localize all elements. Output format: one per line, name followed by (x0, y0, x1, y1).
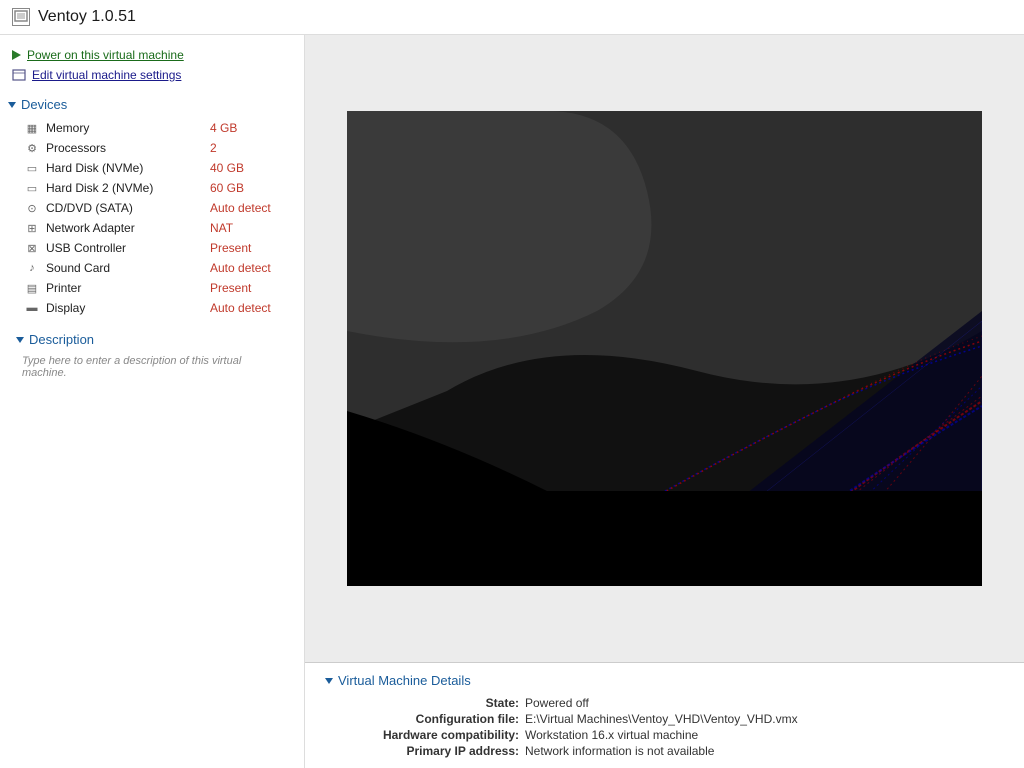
list-item[interactable]: Memory 4 GB (0, 118, 304, 138)
power-on-action[interactable]: Power on this virtual machine (0, 45, 304, 65)
vm-details-title: Virtual Machine Details (338, 673, 471, 688)
ip-label: Primary IP address: (345, 744, 525, 758)
device-name-disk2: Hard Disk 2 (NVMe) (46, 181, 210, 195)
title-bar: Ventoy 1.0.51 (0, 0, 1024, 35)
device-list: Memory 4 GB Processors 2 Hard Disk (NVMe… (0, 116, 304, 320)
device-value-processors: 2 (210, 141, 290, 155)
device-value-disk1: 40 GB (210, 161, 290, 175)
device-value-sound: Auto detect (210, 261, 290, 275)
disk1-icon (24, 160, 40, 176)
device-value-network: NAT (210, 221, 290, 235)
devices-section-header[interactable]: Devices (0, 93, 304, 116)
device-name-sound: Sound Card (46, 261, 210, 275)
device-name-network: Network Adapter (46, 221, 210, 235)
device-value-disk2: 60 GB (210, 181, 290, 195)
cdrom-icon (24, 200, 40, 216)
devices-label: Devices (21, 97, 67, 112)
state-label: State: (345, 696, 525, 710)
edit-icon (12, 68, 26, 82)
sound-icon (24, 260, 40, 276)
vm-detail-state: State: Powered off (345, 696, 1004, 710)
device-name-printer: Printer (46, 281, 210, 295)
device-name-display: Display (46, 301, 210, 315)
description-label: Description (29, 332, 94, 347)
edit-settings-label[interactable]: Edit virtual machine settings (32, 68, 181, 82)
list-item[interactable]: Processors 2 (0, 138, 304, 158)
vm-screen[interactable] (347, 111, 982, 586)
config-value: E:\Virtual Machines\Ventoy_VHD\Ventoy_VH… (525, 712, 798, 726)
vm-details-header[interactable]: Virtual Machine Details (325, 673, 1004, 688)
device-value-cdrom: Auto detect (210, 201, 290, 215)
vm-details-rows: State: Powered off Configuration file: E… (325, 696, 1004, 758)
window-title: Ventoy 1.0.51 (38, 8, 136, 26)
left-panel: Power on this virtual machine Edit virtu… (0, 35, 305, 768)
power-on-label[interactable]: Power on this virtual machine (27, 48, 184, 62)
disk2-icon (24, 180, 40, 196)
network-icon (24, 220, 40, 236)
play-icon (12, 50, 21, 60)
edit-settings-action[interactable]: Edit virtual machine settings (0, 65, 304, 85)
list-item[interactable]: Hard Disk 2 (NVMe) 60 GB (0, 178, 304, 198)
list-item[interactable]: Sound Card Auto detect (0, 258, 304, 278)
vm-detail-ip: Primary IP address: Network information … (345, 744, 1004, 758)
chevron-down-icon (16, 337, 24, 343)
list-item[interactable]: Printer Present (0, 278, 304, 298)
description-placeholder[interactable]: Type here to enter a description of this… (8, 351, 296, 383)
list-item[interactable]: USB Controller Present (0, 238, 304, 258)
state-value: Powered off (525, 696, 589, 710)
list-item[interactable]: Network Adapter NAT (0, 218, 304, 238)
ip-value: Network information is not available (525, 744, 714, 758)
vm-preview-area (305, 35, 1024, 662)
list-item[interactable]: Display Auto detect (0, 298, 304, 318)
device-value-printer: Present (210, 281, 290, 295)
device-name-cdrom: CD/DVD (SATA) (46, 201, 210, 215)
right-panel: Virtual Machine Details State: Powered o… (305, 35, 1024, 768)
chevron-down-icon (325, 678, 333, 684)
display-icon (24, 300, 40, 316)
config-label: Configuration file: (345, 712, 525, 726)
vm-detail-hardware: Hardware compatibility: Workstation 16.x… (345, 728, 1004, 742)
device-name-usb: USB Controller (46, 241, 210, 255)
usb-icon (24, 240, 40, 256)
description-section: Description Type here to enter a descrip… (0, 320, 304, 387)
device-name-memory: Memory (46, 121, 210, 135)
list-item[interactable]: CD/DVD (SATA) Auto detect (0, 198, 304, 218)
description-section-header[interactable]: Description (8, 328, 296, 351)
app-window: Ventoy 1.0.51 Power on this virtual mach… (0, 0, 1024, 768)
hardware-label: Hardware compatibility: (345, 728, 525, 742)
device-value-memory: 4 GB (210, 121, 290, 135)
device-name-disk1: Hard Disk (NVMe) (46, 161, 210, 175)
list-item[interactable]: Hard Disk (NVMe) 40 GB (0, 158, 304, 178)
memory-icon (24, 120, 40, 136)
device-value-usb: Present (210, 241, 290, 255)
vm-detail-config: Configuration file: E:\Virtual Machines\… (345, 712, 1004, 726)
cpu-icon (24, 140, 40, 156)
hardware-value: Workstation 16.x virtual machine (525, 728, 698, 742)
vm-details-section: Virtual Machine Details State: Powered o… (305, 662, 1024, 768)
chevron-down-icon (8, 102, 16, 108)
window-icon (12, 8, 30, 26)
printer-icon (24, 280, 40, 296)
device-name-processors: Processors (46, 141, 210, 155)
main-content: Power on this virtual machine Edit virtu… (0, 35, 1024, 768)
vm-screen-content (347, 111, 982, 586)
device-value-display: Auto detect (210, 301, 290, 315)
